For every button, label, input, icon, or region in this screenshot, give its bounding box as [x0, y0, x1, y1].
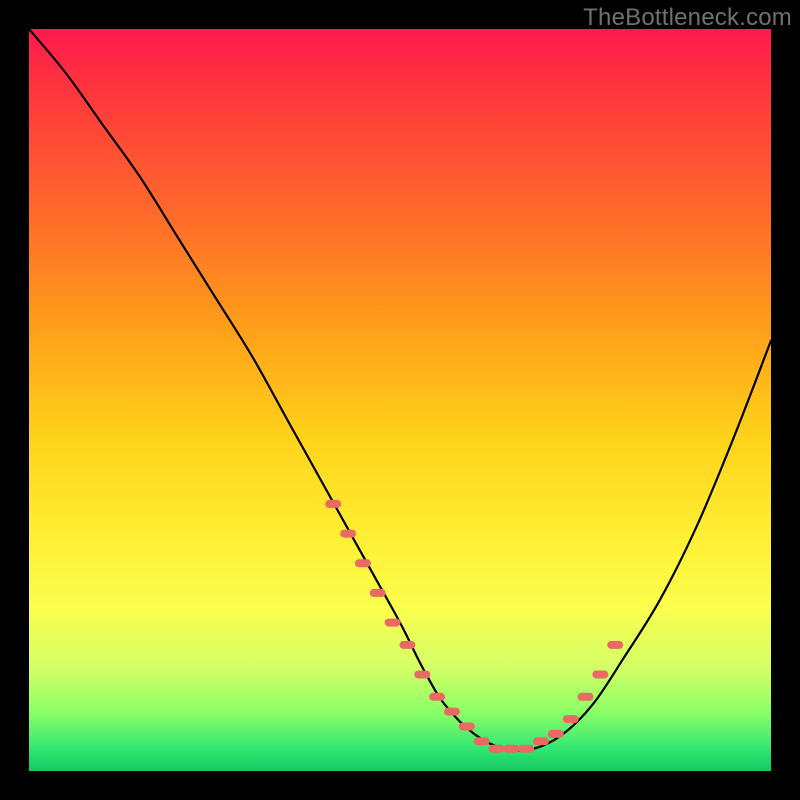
highlight-dot [592, 671, 608, 679]
highlight-dot [444, 708, 460, 716]
highlight-dot [518, 745, 534, 753]
highlight-dot [429, 693, 445, 701]
highlight-dot [355, 559, 371, 567]
highlight-dot [533, 737, 549, 745]
highlight-dot [399, 641, 415, 649]
highlight-dot [474, 737, 490, 745]
highlight-dot [548, 730, 564, 738]
highlight-dot [489, 745, 505, 753]
highlight-dot [563, 715, 579, 723]
highlight-dot [325, 500, 341, 508]
chart-plot-area [29, 29, 771, 771]
watermark-text: TheBottleneck.com [583, 4, 792, 32]
highlight-dot [414, 671, 430, 679]
highlight-dot [607, 641, 623, 649]
highlight-dot [578, 693, 594, 701]
highlight-markers [325, 500, 623, 753]
chart-svg [29, 29, 771, 771]
highlight-dot [385, 619, 401, 627]
highlight-dot [340, 530, 356, 538]
highlight-dot [459, 723, 475, 731]
highlight-dot [503, 745, 519, 753]
highlight-dot [370, 589, 386, 597]
curve-line [29, 29, 771, 751]
